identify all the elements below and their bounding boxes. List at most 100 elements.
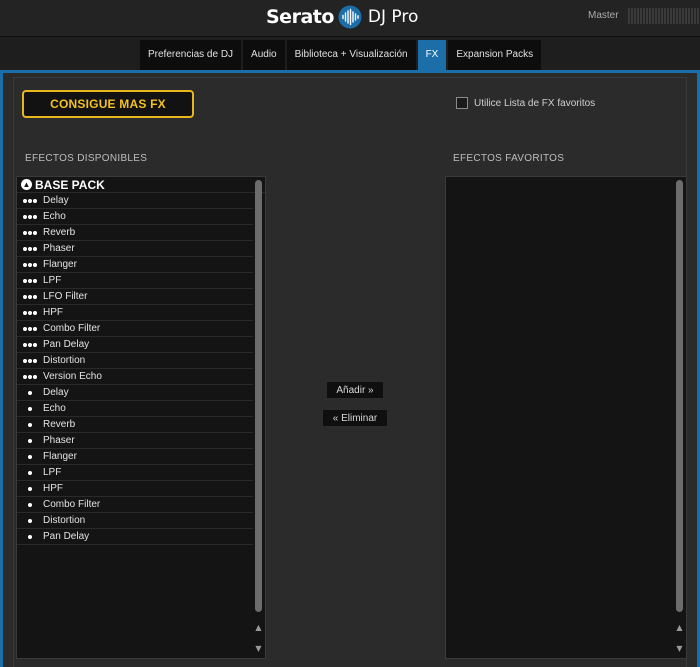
fx-list-item[interactable]: Combo Filter [17,497,253,513]
fx-list-item[interactable]: Reverb [17,225,253,241]
available-effects-rows: ▲ BASE PACK Delay Echo Reverb Phaser Flanger… [17,177,265,545]
scroll-down-arrow-icon[interactable]: ▼ [675,644,684,654]
tab-preferencias-de-dj[interactable]: Preferencias de DJ [140,40,242,70]
master-meter-tick [694,8,696,24]
scroll-up-arrow-icon[interactable]: ▲ [675,623,684,633]
three-dot-multi-fx-icon [17,278,43,283]
fx-list-item[interactable]: Phaser [17,433,253,449]
fx-list-item[interactable]: Phaser [17,241,253,257]
tab-expansion-packs[interactable]: Expansion Packs [448,40,542,70]
use-favorites-label: Utilice Lista de FX favoritos [474,97,596,109]
available-list-scrollbar[interactable]: ▲ ▼ [254,180,263,656]
serato-logo: Serato DJ Pro [266,4,418,30]
base-pack-name: BASE PACK [35,177,105,192]
fx-list-item[interactable]: LPF [17,273,253,289]
master-meter-tick [646,8,648,24]
fx-name: HPF [43,307,63,318]
master-level-meter [628,8,699,24]
fx-list-item[interactable]: Distortion [17,513,253,529]
three-dot-multi-fx-icon [17,214,43,219]
fx-name: Distortion [43,355,86,366]
three-dot-multi-fx-icon [17,342,43,347]
add-effect-button[interactable]: Añadir » [326,381,384,399]
fx-list-item[interactable]: LFO Filter [17,289,253,305]
scroll-up-arrow-icon[interactable]: ▲ [254,623,263,633]
fx-list-item[interactable]: LPF [17,465,253,481]
master-label: Master [588,10,619,21]
serato-wave-icon [338,5,362,29]
fx-list-item[interactable]: Delay [17,385,253,401]
fx-list-item[interactable]: Echo [17,209,253,225]
master-meter-tick [691,8,693,24]
base-pack-icon: ▲ [21,179,32,190]
fx-list-item[interactable]: Delay [17,193,253,209]
fx-name: Reverb [43,227,76,238]
logo-wordmark: Serato [266,6,334,28]
fx-name: Combo Filter [43,499,101,510]
fx-name: Flanger [43,259,77,270]
single-dot-fx-icon [17,486,43,491]
fx-name: Phaser [43,243,75,254]
fx-list-item[interactable]: Echo [17,401,253,417]
fx-name: Reverb [43,419,76,430]
fx-name: LFO Filter [43,291,88,302]
single-dot-fx-icon [17,390,43,395]
fx-name: Flanger [43,451,77,462]
fx-name: Version Echo [43,371,102,382]
single-dot-fx-icon [17,406,43,411]
fx-list-item[interactable]: Pan Delay [17,337,253,353]
master-meter-tick [658,8,660,24]
master-meter-tick [637,8,639,24]
base-pack-header[interactable]: ▲ BASE PACK [17,177,265,193]
tab-audio[interactable]: Audio [243,40,285,70]
three-dot-multi-fx-icon [17,310,43,315]
fx-list-item[interactable]: Flanger [17,449,253,465]
remove-effect-button[interactable]: « Eliminar [322,409,388,427]
master-meter-tick [634,8,636,24]
master-meter-tick [661,8,663,24]
master-meter-tick [670,8,672,24]
master-meter-tick [664,8,666,24]
scroll-down-arrow-icon[interactable]: ▼ [254,644,263,654]
master-meter-tick [667,8,669,24]
three-dot-multi-fx-icon [17,374,43,379]
fx-name: Combo Filter [43,323,101,334]
master-meter-tick [679,8,681,24]
three-dot-multi-fx-icon [17,294,43,299]
fx-list-item[interactable]: HPF [17,305,253,321]
fx-name: Pan Delay [43,531,90,542]
get-more-fx-button[interactable]: CONSIGUE MAS FX [22,90,194,118]
fx-list-item[interactable]: Pan Delay [17,529,253,545]
master-meter-tick [628,8,630,24]
master-meter-tick [697,8,699,24]
favorites-list-scrollbar[interactable]: ▲ ▼ [675,180,684,656]
tab-biblioteca-visualizaci-n[interactable]: Biblioteca + Visualización [286,40,416,70]
fx-name: Pan Delay [43,339,90,350]
tab-fx[interactable]: FX [417,40,447,70]
single-dot-fx-icon [17,422,43,427]
available-list-scroll-thumb[interactable] [255,180,262,612]
fx-name: Delay [43,195,69,206]
use-favorites-checkbox[interactable] [456,97,468,109]
fx-name: Echo [43,403,66,414]
fx-list-item[interactable]: Version Echo [17,369,253,385]
single-dot-fx-icon [17,502,43,507]
favorite-effects-list[interactable]: ▲ ▼ [445,176,687,659]
fx-name: HPF [43,483,63,494]
single-dot-fx-icon [17,534,43,539]
fx-name: Delay [43,387,69,398]
fx-list-item[interactable]: Reverb [17,417,253,433]
available-effects-list[interactable]: ▲ BASE PACK Delay Echo Reverb Phaser Flanger… [16,176,266,659]
master-meter-tick [640,8,642,24]
three-dot-multi-fx-icon [17,326,43,331]
fx-list-item[interactable]: Distortion [17,353,253,369]
single-dot-fx-icon [17,518,43,523]
fx-list-item[interactable]: HPF [17,481,253,497]
single-dot-fx-icon [17,438,43,443]
favorites-list-scroll-thumb[interactable] [676,180,683,612]
use-favorites-toggle[interactable]: Utilice Lista de FX favoritos [456,97,595,109]
available-effects-title: EFECTOS DISPONIBLES [25,153,148,164]
fx-list-item[interactable]: Flanger [17,257,253,273]
three-dot-multi-fx-icon [17,230,43,235]
fx-list-item[interactable]: Combo Filter [17,321,253,337]
